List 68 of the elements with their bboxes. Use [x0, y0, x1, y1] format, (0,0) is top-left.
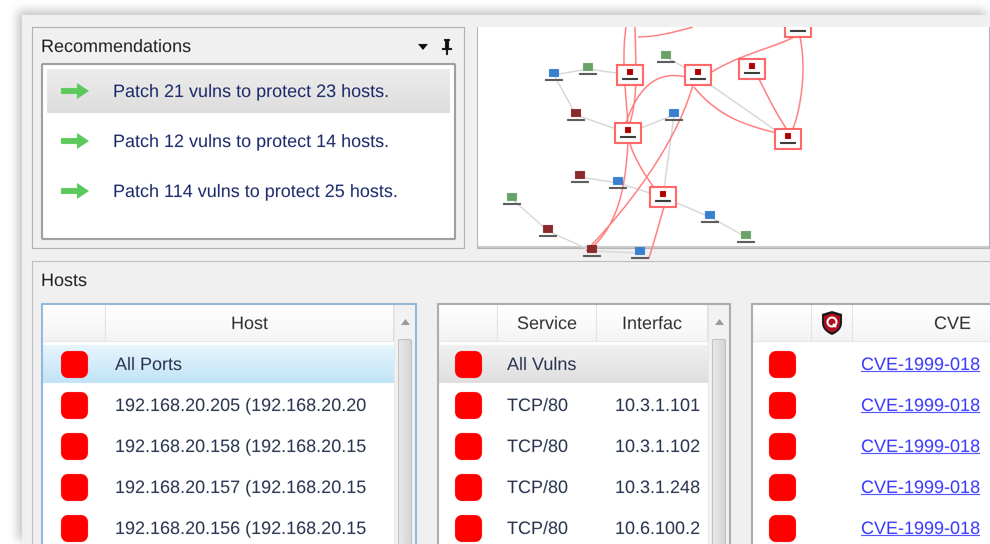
service-row[interactable]: TCP/80 10.3.1.101: [439, 386, 708, 424]
arrow-right-icon: [61, 133, 89, 149]
status-icon: [768, 474, 796, 500]
host-row[interactable]: 192.168.20.157 (192.168.20.15: [43, 468, 394, 506]
cve-link[interactable]: CVE-1999-018: [851, 436, 980, 456]
status-icon: [768, 432, 796, 460]
recommendation-text: Patch 21 vulns to protect 23 hosts.: [113, 80, 390, 102]
cve-link[interactable]: CVE-1999-018: [851, 354, 980, 374]
table-cell-text: TCP/80: [506, 518, 570, 538]
pin-icon[interactable]: [442, 38, 452, 54]
status-icon: [454, 514, 482, 542]
table-cell-text: 10.3.1.101: [614, 394, 702, 416]
panel-title: Recommendations: [41, 36, 192, 57]
status-icon: [768, 514, 796, 542]
status-icon: [454, 392, 482, 418]
host-row[interactable]: 192.168.20.205 (192.168.20.20: [43, 386, 394, 424]
scrollbar-thumb[interactable]: [712, 339, 726, 544]
table-cell-text: 10.3.1.102: [614, 436, 702, 456]
scroll-up-icon[interactable]: [400, 319, 410, 325]
recommendation-text: Patch 114 vulns to protect 25 hosts.: [113, 180, 398, 202]
status-icon: [454, 474, 482, 500]
service-row[interactable]: TCP/80 10.6.100.2: [439, 509, 708, 544]
table-cell-text: 192.168.20.205 (192.168.20.20: [114, 394, 368, 416]
cve-link[interactable]: CVE-1999-018: [851, 518, 980, 538]
arrow-right-icon: [61, 183, 89, 199]
status-icon: [60, 350, 88, 378]
recommendation-text: Patch 12 vulns to protect 14 hosts.: [113, 130, 390, 152]
table-cell-text: TCP/80: [506, 476, 570, 498]
table-cell-text: 192.168.20.157 (192.168.20.15: [114, 476, 368, 498]
table-cell-text: 192.168.20.158 (192.168.20.15: [114, 436, 368, 456]
status-icon: [454, 432, 482, 460]
host-row[interactable]: 192.168.20.158 (192.168.20.15: [43, 427, 394, 465]
table-cell-text: TCP/80: [506, 436, 570, 456]
status-icon: [768, 350, 796, 378]
recommendation-item[interactable]: Patch 21 vulns to protect 23 hosts.: [47, 69, 450, 113]
scrollbar[interactable]: [394, 305, 415, 544]
recommendation-item[interactable]: Patch 12 vulns to protect 14 hosts.: [47, 119, 450, 163]
status-icon: [60, 514, 88, 542]
panel-title: Hosts: [41, 270, 88, 291]
cve-link[interactable]: CVE-1999-018: [851, 394, 980, 416]
cve-link[interactable]: CVE-1999-018: [851, 476, 980, 498]
table-cell-text: 192.168.20.156 (192.168.20.15: [114, 518, 368, 538]
column-header[interactable]: Host: [106, 305, 394, 341]
caret-icon[interactable]: [418, 42, 428, 50]
host-row[interactable]: 192.168.20.156 (192.168.20.15: [43, 509, 394, 544]
service-row[interactable]: TCP/80 10.3.1.248: [439, 468, 708, 506]
service-row[interactable]: TCP/80 10.3.1.102: [439, 427, 708, 465]
shield-q-icon: [822, 311, 842, 335]
scroll-up-icon[interactable]: [714, 319, 724, 325]
table-cell-text: TCP/80: [506, 394, 570, 416]
arrow-right-icon: [61, 83, 89, 99]
table-cell-text: 10.6.100.2: [614, 518, 702, 538]
scrollbar-thumb[interactable]: [398, 339, 412, 544]
status-icon: [768, 392, 796, 418]
table-cell-text: All Vulns: [506, 354, 578, 374]
recommendation-item[interactable]: Patch 114 vulns to protect 25 hosts.: [47, 169, 450, 213]
service-row[interactable]: All Vulns: [439, 345, 708, 383]
status-icon: [60, 432, 88, 460]
column-header[interactable]: Interfac: [597, 305, 708, 341]
table-cell-text: 10.3.1.248: [614, 476, 702, 498]
status-icon: [60, 392, 88, 418]
scrollbar[interactable]: [708, 305, 729, 544]
column-header[interactable]: [812, 305, 853, 341]
table-cell-text: All Ports: [114, 354, 184, 374]
status-icon: [60, 474, 88, 500]
status-icon: [454, 350, 482, 378]
column-header[interactable]: Service: [498, 305, 597, 341]
host-row[interactable]: All Ports: [43, 345, 394, 383]
